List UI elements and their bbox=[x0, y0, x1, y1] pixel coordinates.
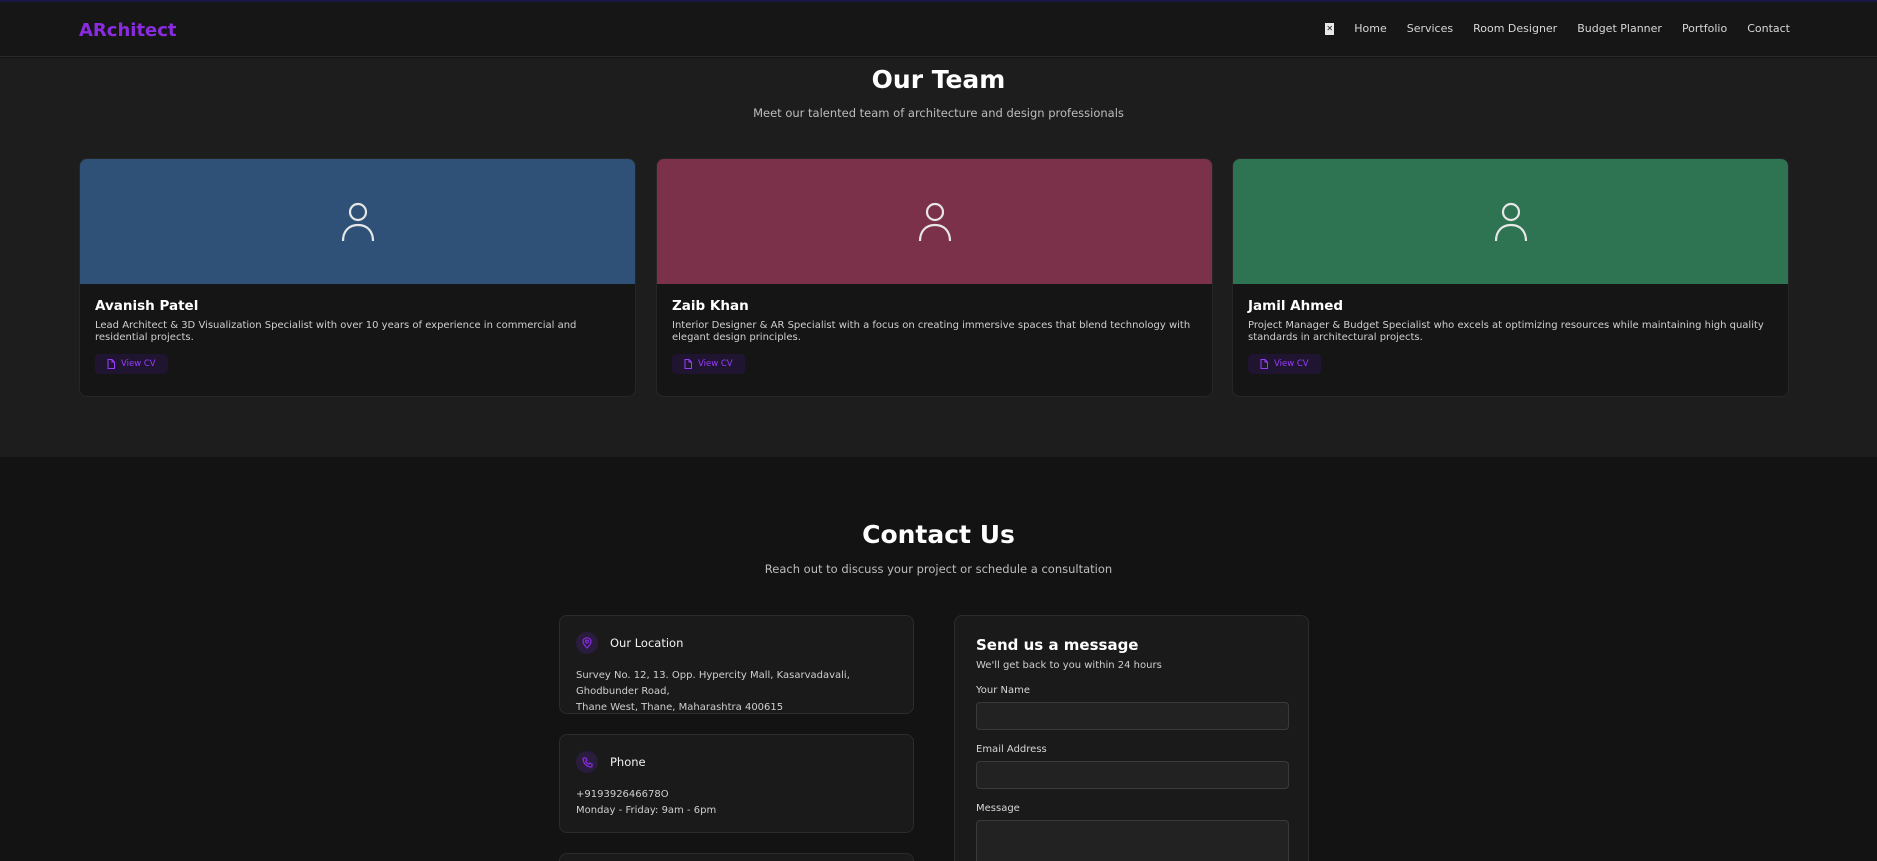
team-card: Jamil Ahmed Project Manager & Budget Spe… bbox=[1232, 158, 1789, 397]
team-subtitle: Meet our talented team of architecture a… bbox=[753, 106, 1124, 120]
nav-link-portfolio[interactable]: Portfolio bbox=[1682, 22, 1727, 35]
team-card-banner bbox=[1233, 159, 1788, 284]
nav-link-budget-planner[interactable]: Budget Planner bbox=[1577, 22, 1662, 35]
name-label: Your Name bbox=[976, 685, 1031, 696]
contact-title: Contact Us bbox=[862, 520, 1015, 549]
member-description: Project Manager & Budget Specialist who … bbox=[1248, 320, 1764, 343]
phone-number[interactable]: +919392646678O bbox=[576, 787, 897, 803]
member-name: Jamil Ahmed bbox=[1248, 298, 1344, 314]
email-input[interactable] bbox=[976, 761, 1289, 789]
view-cv-label: View CV bbox=[698, 359, 733, 369]
member-description: Interior Designer & AR Specialist with a… bbox=[672, 320, 1191, 343]
document-icon bbox=[107, 359, 115, 369]
nav-link-services[interactable]: Services bbox=[1407, 22, 1453, 35]
contact-form: Send us a message We'll get back to you … bbox=[954, 615, 1309, 861]
team-title: Our Team bbox=[871, 65, 1006, 94]
name-input[interactable] bbox=[976, 702, 1289, 730]
phone-title: Phone bbox=[610, 755, 646, 769]
nav-link-home[interactable]: Home bbox=[1354, 22, 1386, 35]
view-cv-label: View CV bbox=[121, 359, 156, 369]
x-box-icon[interactable]: ✕ bbox=[1325, 22, 1335, 35]
phone-card: Phone +919392646678O Monday - Friday: 9a… bbox=[559, 734, 914, 833]
message-textarea[interactable] bbox=[976, 820, 1289, 861]
team-card: Avanish Patel Lead Architect & 3D Visual… bbox=[79, 158, 636, 397]
view-cv-button[interactable]: View CV bbox=[95, 354, 168, 374]
view-cv-label: View CV bbox=[1274, 359, 1309, 369]
team-card: Zaib Khan Interior Designer & AR Special… bbox=[656, 158, 1213, 397]
location-title: Our Location bbox=[610, 636, 684, 650]
contact-subtitle: Reach out to discuss your project or sch… bbox=[764, 562, 1113, 576]
team-card-banner bbox=[80, 159, 635, 284]
location-address-line2: Thane West, Thane, Maharashtra 400615 bbox=[576, 702, 784, 713]
member-name: Zaib Khan bbox=[672, 298, 749, 314]
view-cv-button[interactable]: View CV bbox=[672, 354, 745, 374]
contact-card-partial bbox=[559, 853, 914, 861]
location-card: Our Location Survey No. 12, 13. Opp. Hyp… bbox=[559, 615, 914, 714]
user-icon bbox=[918, 202, 951, 241]
map-pin-icon bbox=[576, 632, 598, 654]
user-icon bbox=[341, 202, 374, 241]
document-icon bbox=[684, 359, 692, 369]
brand-logo[interactable]: ARchitect bbox=[79, 20, 177, 41]
nav-link-room-designer[interactable]: Room Designer bbox=[1473, 22, 1557, 35]
member-name: Avanish Patel bbox=[95, 298, 199, 314]
location-address-line1: Survey No. 12, 13. Opp. Hypercity Mall, … bbox=[576, 670, 850, 697]
user-icon bbox=[1494, 202, 1527, 241]
document-icon bbox=[1260, 359, 1268, 369]
view-cv-button[interactable]: View CV bbox=[1248, 354, 1321, 374]
message-label: Message bbox=[976, 803, 1020, 814]
member-description: Lead Architect & 3D Visualization Specia… bbox=[95, 320, 577, 343]
navbar: ARchitect ✕ Home Services Room Designer … bbox=[0, 2, 1877, 57]
email-label: Email Address bbox=[976, 744, 1047, 755]
team-card-banner bbox=[657, 159, 1212, 284]
form-subtitle: We'll get back to you within 24 hours bbox=[976, 660, 1162, 671]
team-section: Our Team Meet our talented team of archi… bbox=[0, 58, 1877, 457]
nav-links: ✕ Home Services Room Designer Budget Pla… bbox=[1325, 22, 1790, 35]
phone-icon bbox=[576, 751, 598, 773]
phone-hours: Monday - Friday: 9am - 6pm bbox=[576, 805, 717, 816]
nav-link-contact[interactable]: Contact bbox=[1747, 22, 1790, 35]
form-title: Send us a message bbox=[976, 636, 1139, 654]
